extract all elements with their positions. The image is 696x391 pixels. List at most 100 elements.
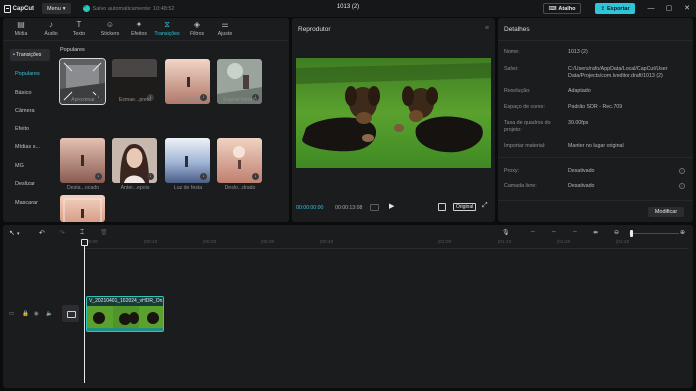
- video-clip[interactable]: V_20210401_162024_vHDR_On: [86, 296, 164, 332]
- close-button[interactable]: ✕: [681, 3, 693, 14]
- ruler-tick: |01:20: [557, 240, 571, 245]
- chevron-down-icon[interactable]: ▾: [17, 231, 20, 237]
- undo-icon[interactable]: ↶: [39, 229, 45, 237]
- chevron-down-icon: ▾: [62, 5, 66, 12]
- total-time: 00:00:13:08: [335, 205, 363, 211]
- ruler-tick: |00:40: [320, 240, 334, 245]
- ruler-baseline: [83, 248, 689, 249]
- category-efeito[interactable]: Efeito: [10, 123, 50, 135]
- category-camera[interactable]: Câmera: [10, 105, 50, 117]
- snapshot-icon[interactable]: [438, 203, 446, 211]
- detail-value: Manter no lugar original: [568, 143, 624, 149]
- tab-label: Efeitos: [131, 31, 147, 37]
- section-title: Populares: [60, 47, 85, 53]
- detail-key: Importar material:: [504, 143, 546, 149]
- redo-icon[interactable]: ↷: [59, 229, 65, 237]
- snap-icon[interactable]: ⇔: [572, 229, 578, 235]
- check-circle-icon: [82, 4, 90, 12]
- transition-thumb-antes-depois[interactable]: ↓: [112, 138, 157, 183]
- fullscreen-icon[interactable]: ⤢: [482, 202, 488, 210]
- clip-label: V_20210401_162024_vHDR_On: [89, 298, 163, 304]
- detail-value: Padrão SDR - Rec.709: [568, 104, 623, 110]
- info-icon[interactable]: i: [679, 183, 685, 189]
- category-basico[interactable]: Básico: [10, 87, 50, 99]
- ratio-original-button[interactable]: Original: [453, 203, 477, 211]
- menu-icon[interactable]: ≡: [485, 25, 489, 32]
- select-tool-icon[interactable]: ↖: [9, 229, 15, 237]
- link-main-track-icon[interactable]: ⇔: [530, 229, 536, 235]
- filters-icon: ◈: [193, 20, 201, 29]
- track-cover-icon[interactable]: ▭: [9, 311, 14, 317]
- ruler-tick: |01:30: [616, 240, 630, 245]
- tab-label: Stickers: [100, 31, 120, 37]
- category-populares[interactable]: Populares: [10, 68, 50, 80]
- playhead[interactable]: [84, 241, 85, 383]
- lock-icon[interactable]: 🔒: [22, 311, 29, 317]
- minimize-button[interactable]: —: [645, 3, 657, 14]
- tab-stickers[interactable]: ☺ Stickers: [97, 20, 123, 40]
- shortcut-label: Atalho: [558, 5, 576, 12]
- shortcut-button[interactable]: ⌨ Atalho: [543, 3, 581, 14]
- download-icon[interactable]: ↓: [200, 173, 207, 180]
- detail-value: Adaptado: [568, 88, 591, 94]
- download-icon[interactable]: ↓: [95, 173, 102, 180]
- modify-button[interactable]: Modificar: [648, 207, 684, 217]
- tab-filters[interactable]: ◈ Filtros: [184, 20, 210, 40]
- maximize-button[interactable]: ▢: [663, 3, 675, 14]
- transition-thumb-destacado[interactable]: ↓: [60, 138, 105, 183]
- audio-icon: ♪: [49, 20, 53, 29]
- transition-thumb-luz-de-festa[interactable]: ↓: [165, 138, 210, 183]
- tab-label: Filtros: [189, 31, 205, 37]
- delete-icon[interactable]: 🗑: [100, 229, 108, 236]
- divider: [498, 200, 693, 201]
- player-panel: Reprodutor ≡ 00:00:00:00 00:00:13:08 ▶ O…: [292, 18, 495, 222]
- download-icon[interactable]: ↓: [252, 173, 259, 180]
- detail-key: Camada livre:: [504, 183, 537, 189]
- detail-key: Taxa de quadros do projeto:: [504, 120, 551, 133]
- category-midias[interactable]: Mídias s...: [10, 141, 50, 153]
- effects-icon: ✦: [135, 20, 143, 29]
- split-preview-icon[interactable]: ⇹: [593, 229, 598, 236]
- transition-thumb-deslocamento[interactable]: ↓: [217, 138, 262, 183]
- zoom-slider[interactable]: [629, 233, 679, 234]
- divider: [498, 40, 693, 41]
- export-button[interactable]: ⇪ Exportar: [595, 3, 635, 14]
- info-icon[interactable]: i: [679, 168, 685, 174]
- video-preview[interactable]: [296, 58, 491, 168]
- ruler-tick: |01:10: [498, 240, 512, 245]
- tab-label: Ajuste: [217, 31, 233, 37]
- microphone-icon[interactable]: 🎙: [502, 229, 510, 236]
- keyboard-icon: ⌨: [548, 5, 557, 12]
- tab-media[interactable]: ▤ Mídia: [8, 20, 34, 40]
- transition-thumb-extra[interactable]: [60, 195, 105, 222]
- tab-audio[interactable]: ♪ Áudio: [38, 20, 64, 40]
- tab-effects[interactable]: ✦ Efeitos: [126, 20, 152, 40]
- zoom-out-icon[interactable]: ⊖: [614, 229, 619, 236]
- category-deslizar[interactable]: Deslizar: [10, 178, 50, 190]
- speaker-icon[interactable]: 🔈: [46, 311, 53, 317]
- timeline-panel: ↖ ▾ ↶ ↷ ⌶ 🗑 🎙 ⇔ ⇔ ⇔ ⇹ ⊖ ⊕ 00:00 |00:10 |…: [3, 225, 693, 388]
- category-mascarar[interactable]: Mascarar: [10, 197, 50, 209]
- transition-preview-image: [60, 195, 105, 222]
- tab-label: Mídia: [14, 31, 28, 37]
- playhead-handle[interactable]: [81, 239, 88, 246]
- download-icon[interactable]: ↓: [147, 173, 154, 180]
- transitions-icon: ⧖: [164, 20, 170, 29]
- eye-icon[interactable]: ◉: [34, 311, 39, 317]
- category-header-transitions[interactable]: • Transições: [10, 49, 50, 61]
- tab-adjust[interactable]: ⚌ Ajuste: [212, 20, 238, 40]
- cover-button[interactable]: [62, 305, 79, 322]
- tab-transitions[interactable]: ⧖ Transições: [154, 20, 180, 40]
- save-status: Salvo automaticamente: 10:48:52: [82, 4, 174, 12]
- zoom-in-icon[interactable]: ⊕: [680, 229, 685, 236]
- link-audio-icon[interactable]: ⇔: [551, 229, 557, 235]
- menu-button[interactable]: Menu ▾: [42, 3, 71, 14]
- split-icon[interactable]: ⌶: [80, 229, 84, 237]
- category-mg[interactable]: MG: [10, 160, 50, 172]
- grid-icon[interactable]: [370, 204, 379, 211]
- clip-thumbnail-strip: [87, 306, 163, 328]
- play-icon[interactable]: ▶: [389, 202, 394, 210]
- zoom-slider-handle[interactable]: [630, 230, 633, 237]
- tab-text[interactable]: T Texto: [66, 20, 92, 40]
- current-time: 00:00:00:00: [296, 205, 324, 211]
